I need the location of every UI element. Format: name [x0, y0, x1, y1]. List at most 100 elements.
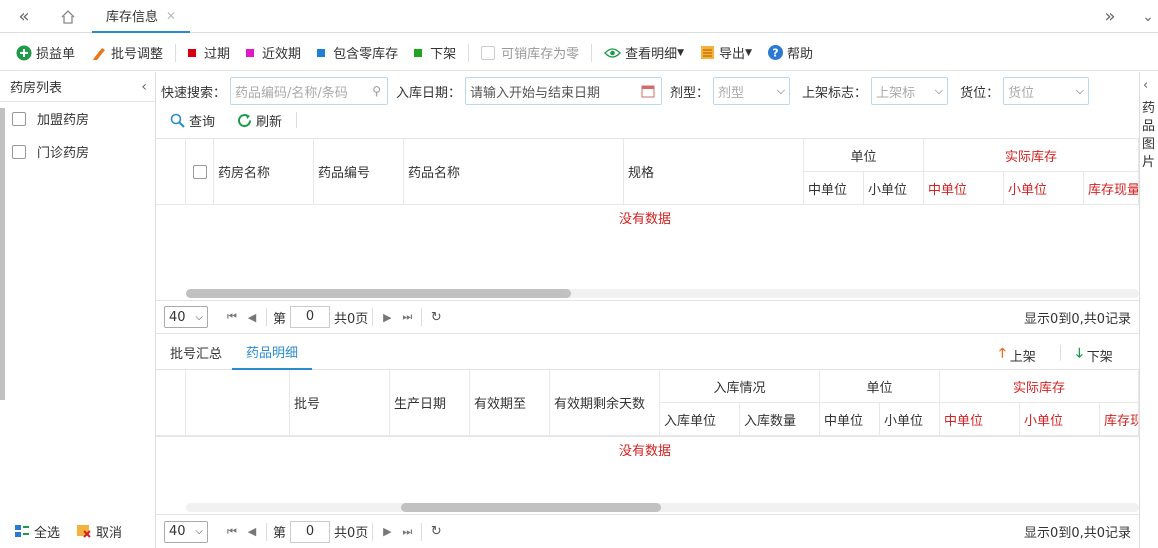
sidebar-scrollbar[interactable]: [0, 108, 5, 400]
select-all-button[interactable]: 全选: [14, 522, 60, 541]
col-production-date[interactable]: 生产日期: [390, 370, 470, 436]
first-page-icon[interactable]: ⏮: [222, 525, 242, 539]
export-button[interactable]: 导出 ▼: [692, 35, 760, 71]
scroll-left-icon[interactable]: «: [4, 0, 44, 33]
col-actual-mid-unit[interactable]: 中单位: [940, 403, 1020, 436]
select-all-rows-checkbox[interactable]: [186, 139, 214, 205]
next-page-icon[interactable]: ▶: [377, 525, 397, 538]
scroll-right-icon[interactable]: »: [1090, 0, 1130, 33]
search-icon[interactable]: ⚲: [372, 84, 381, 98]
filter-expired-button[interactable]: 过期: [180, 35, 238, 71]
drug-image-panel[interactable]: ‹ 药品图片: [1139, 72, 1158, 548]
next-page-icon[interactable]: ▶: [377, 311, 397, 324]
page-total: 共0页: [334, 311, 369, 327]
unshelve-button[interactable]: 🡓 下架: [1076, 344, 1113, 366]
tab-batch-summary[interactable]: 批号汇总: [156, 336, 236, 370]
grid1-pager: 40 ⌵ ⏮ ◀ 第 0 共0页 ▶ ⏭ ↻ 显示0到0,共0记录: [156, 300, 1139, 334]
col-drug-name[interactable]: 药品名称: [404, 139, 624, 205]
view-detail-button[interactable]: 查看明细 ▼: [596, 35, 692, 71]
col-small-unit[interactable]: 小单位: [880, 403, 940, 436]
include-zero-swatch-icon: [317, 48, 326, 57]
dosage-label: 剂型：: [670, 85, 710, 101]
reload-icon[interactable]: ↻: [426, 524, 446, 539]
col-mid-unit[interactable]: 中单位: [820, 403, 880, 436]
caret-down-icon: ▼: [745, 47, 752, 58]
filter-include-zero-button[interactable]: 包含零库存: [309, 35, 406, 71]
sidebar-item-franchise-pharmacy[interactable]: 加盟药房: [0, 102, 155, 135]
page-number-input[interactable]: 0: [290, 520, 331, 543]
last-page-icon[interactable]: ⏭: [397, 525, 417, 539]
help-icon: ?: [767, 45, 783, 60]
quick-search-input[interactable]: 药品编码/名称/条码 ⚲: [230, 77, 389, 105]
page-size-select[interactable]: 40 ⌵: [164, 306, 208, 328]
col-small-unit[interactable]: 小单位: [864, 172, 924, 205]
col-stock-now[interactable]: 库存现: [1100, 403, 1139, 436]
detail-tabs: 批号汇总 药品明细 🡑 上架 🡓 下架: [156, 336, 1139, 370]
col-valid-until[interactable]: 有效期至: [470, 370, 550, 436]
grid2-scroll-thumb[interactable]: [401, 503, 661, 512]
grid2-pager: 40 ⌵ ⏮ ◀ 第 0 共0页 ▶ ⏭ ↻ 显示0到0,共0记录: [156, 514, 1139, 548]
location-placeholder: 货位: [1008, 85, 1035, 101]
col-actual-small-unit[interactable]: 小单位: [1020, 403, 1100, 436]
tab-drug-detail[interactable]: 药品明细: [232, 336, 313, 370]
col-stock-now[interactable]: 库存现量: [1084, 172, 1139, 205]
location-select[interactable]: 货位 ⌵: [1003, 77, 1090, 105]
help-button[interactable]: ? 帮助: [760, 35, 821, 71]
prev-page-icon[interactable]: ◀: [242, 311, 262, 324]
page-size-select[interactable]: 40 ⌵: [164, 520, 208, 543]
home-icon[interactable]: [48, 0, 88, 33]
dosage-select[interactable]: 剂型 ⌵: [713, 77, 791, 105]
tab-inventory-info[interactable]: 库存信息 ✕: [92, 0, 191, 33]
chevron-down-icon: ⌵: [934, 84, 944, 97]
checkbox-icon[interactable]: [12, 144, 26, 159]
shelf-flag-placeholder: 上架标: [876, 85, 916, 101]
col-in-qty[interactable]: 入库数量: [740, 403, 820, 436]
grid1-horizontal-scrollbar[interactable]: [186, 289, 1139, 298]
col-remaining-days[interactable]: 有效期剩余天数: [550, 370, 660, 436]
shelf-flag-select[interactable]: 上架标 ⌵: [871, 77, 949, 105]
export-label: 导出: [719, 47, 746, 62]
export-icon: [701, 46, 715, 59]
col-in-unit[interactable]: 入库单位: [660, 403, 740, 436]
sidebar-item-outpatient-pharmacy[interactable]: 门诊药房: [0, 135, 155, 168]
batch-adjust-button[interactable]: 批号调整: [83, 35, 171, 71]
collapse-left-icon[interactable]: ‹: [141, 79, 147, 95]
col-spec[interactable]: 规格: [624, 139, 804, 205]
collapse-right-icon[interactable]: ‹: [1143, 78, 1148, 93]
grid1-header: 药房名称 药品编号 药品名称 规格 单位 中单位 小单位 实际库存 中单位 小单…: [156, 138, 1139, 205]
first-page-icon[interactable]: ⏮: [222, 310, 242, 324]
in-date-label: 入库日期：: [396, 85, 462, 101]
col-drug-code[interactable]: 药品编号: [314, 139, 404, 205]
in-date-input[interactable]: 请输入开始与结束日期: [465, 77, 663, 105]
filter-near-expiry-button[interactable]: 近效期: [238, 35, 309, 71]
grid2-horizontal-scrollbar[interactable]: [186, 503, 1139, 512]
shelve-button[interactable]: 🡑 上架: [999, 344, 1036, 366]
checkbox-icon[interactable]: [192, 164, 207, 179]
filter-off-shelf-button[interactable]: 下架: [406, 35, 464, 71]
col-mid-unit[interactable]: 中单位: [804, 172, 864, 205]
sellable-zero-checkbox[interactable]: 可销库存为零: [473, 35, 587, 71]
query-button[interactable]: 查询: [170, 110, 215, 130]
grid2-no-data: 没有数据: [619, 444, 672, 459]
grid1-scroll-thumb[interactable]: [186, 289, 571, 298]
refresh-icon: [238, 113, 252, 127]
reload-icon[interactable]: ↻: [426, 310, 446, 325]
col-pharmacy-name[interactable]: 药房名称: [214, 139, 314, 205]
page-number-input[interactable]: 0: [290, 306, 331, 328]
cancel-selection-button[interactable]: 取消: [76, 522, 122, 541]
refresh-button[interactable]: 刷新: [237, 110, 282, 130]
chevron-down-icon[interactable]: ⌄: [1128, 0, 1158, 33]
calendar-icon[interactable]: [641, 84, 655, 98]
col-batch[interactable]: 批号: [290, 370, 390, 436]
checkbox-icon[interactable]: [12, 111, 26, 126]
help-label: 帮助: [786, 47, 813, 62]
col-actual-stock-group: 实际库存: [940, 370, 1139, 403]
toolbar-divider: [1060, 345, 1061, 361]
close-icon[interactable]: ✕: [166, 9, 176, 23]
col-actual-mid-unit[interactable]: 中单位: [924, 172, 1004, 205]
last-page-icon[interactable]: ⏭: [397, 310, 417, 324]
prev-page-icon[interactable]: ◀: [242, 525, 262, 538]
loss-report-button[interactable]: 损益单: [0, 35, 83, 71]
col-actual-small-unit[interactable]: 小单位: [1004, 172, 1084, 205]
sellable-zero-label: 可销库存为零: [501, 47, 580, 62]
